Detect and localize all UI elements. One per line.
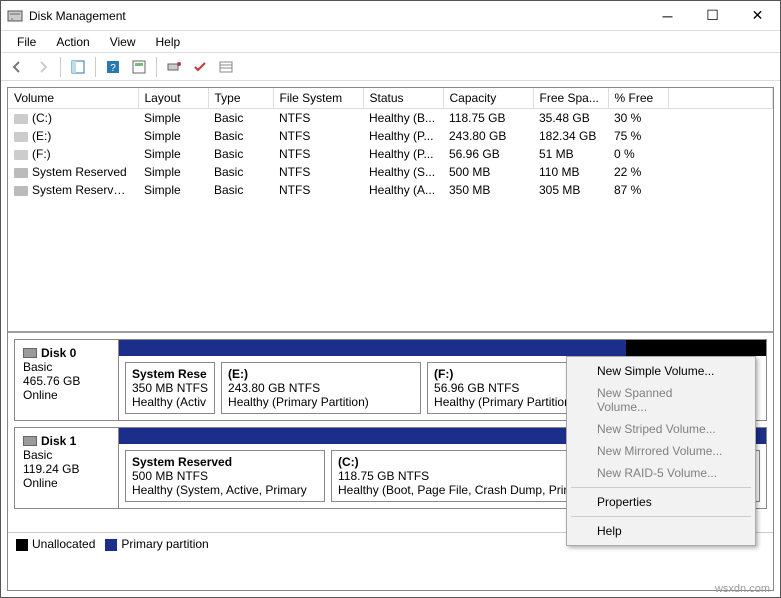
forward-button[interactable]	[31, 55, 55, 79]
disk-name: Disk 0	[41, 346, 76, 360]
disk-name: Disk 1	[41, 434, 76, 448]
titlebar: Disk Management ─ ☐ ✕	[1, 1, 780, 31]
list-icon[interactable]	[214, 55, 238, 79]
partition-name: System Rese	[132, 367, 208, 381]
help-icon[interactable]: ?	[101, 55, 125, 79]
menu-help[interactable]: Help	[569, 520, 753, 542]
col-free[interactable]: Free Spa...	[533, 88, 608, 109]
col-status[interactable]: Status	[363, 88, 443, 109]
partition-status: Healthy (Primary Partition)	[228, 395, 414, 409]
menu-file[interactable]: File	[7, 33, 46, 50]
menubar: File Action View Help	[1, 31, 780, 53]
settings-icon[interactable]	[162, 55, 186, 79]
menu-new-spanned-volume: New Spanned Volume...	[569, 382, 753, 418]
svg-text:?: ?	[110, 63, 116, 74]
volume-list[interactable]: Volume Layout Type File System Status Ca…	[8, 88, 773, 333]
disk-state: Online	[23, 476, 110, 490]
app-icon	[7, 8, 23, 24]
table-row[interactable]: (C:)SimpleBasicNTFSHealthy (B...118.75 G…	[8, 109, 773, 128]
close-button[interactable]: ✕	[735, 1, 780, 30]
volume-icon	[14, 114, 28, 124]
volume-icon	[14, 186, 28, 196]
disk-state: Online	[23, 388, 110, 402]
disk-type: Basic	[23, 448, 110, 462]
back-button[interactable]	[5, 55, 29, 79]
window-title: Disk Management	[29, 9, 645, 23]
menu-new-mirrored-volume: New Mirrored Volume...	[569, 440, 753, 462]
menu-new-raid5-volume: New RAID-5 Volume...	[569, 462, 753, 484]
table-row[interactable]: System Reserved (...SimpleBasicNTFSHealt…	[8, 181, 773, 199]
volume-icon	[14, 150, 28, 160]
partition[interactable]: (E:) 243.80 GB NTFS Healthy (Primary Par…	[221, 362, 421, 414]
col-layout[interactable]: Layout	[138, 88, 208, 109]
legend-primary: Primary partition	[121, 537, 208, 551]
partition-size: 243.80 GB NTFS	[228, 381, 414, 395]
disk-size: 119.24 GB	[23, 462, 110, 476]
col-type[interactable]: Type	[208, 88, 273, 109]
check-icon[interactable]	[188, 55, 212, 79]
menu-view[interactable]: View	[100, 33, 146, 50]
disk-management-window: Disk Management ─ ☐ ✕ File Action View H…	[0, 0, 781, 598]
volume-icon	[14, 168, 28, 178]
view-panes-icon[interactable]	[66, 55, 90, 79]
col-pct[interactable]: % Free	[608, 88, 668, 109]
legend-unallocated: Unallocated	[32, 537, 95, 551]
table-row[interactable]: System ReservedSimpleBasicNTFSHealthy (S…	[8, 163, 773, 181]
menu-action[interactable]: Action	[46, 33, 99, 50]
primary-swatch	[105, 539, 117, 551]
context-menu: New Simple Volume... New Spanned Volume.…	[566, 356, 756, 546]
col-capacity[interactable]: Capacity	[443, 88, 533, 109]
partition-name: System Reserved	[132, 455, 318, 469]
partition-size: 350 MB NTFS	[132, 381, 208, 395]
hdd-icon	[23, 348, 37, 358]
menu-new-simple-volume[interactable]: New Simple Volume...	[569, 360, 753, 382]
table-row[interactable]: (F:)SimpleBasicNTFSHealthy (P...56.96 GB…	[8, 145, 773, 163]
table-row[interactable]: (E:)SimpleBasicNTFSHealthy (P...243.80 G…	[8, 127, 773, 145]
col-fs[interactable]: File System	[273, 88, 363, 109]
partition[interactable]: System Rese 350 MB NTFS Healthy (Activ	[125, 362, 215, 414]
disk-size: 465.76 GB	[23, 374, 110, 388]
unallocated-swatch	[16, 539, 28, 551]
partition[interactable]: System Reserved 500 MB NTFS Healthy (Sys…	[125, 450, 325, 502]
menu-properties[interactable]: Properties	[569, 491, 753, 513]
partition-status: Healthy (System, Active, Primary	[132, 483, 318, 497]
maximize-button[interactable]: ☐	[690, 1, 735, 30]
minimize-button[interactable]: ─	[645, 1, 690, 30]
partition-size: 500 MB NTFS	[132, 469, 318, 483]
partition-name: (E:)	[228, 367, 414, 381]
disk-type: Basic	[23, 360, 110, 374]
menu-new-striped-volume: New Striped Volume...	[569, 418, 753, 440]
column-headers: Volume Layout Type File System Status Ca…	[8, 88, 773, 109]
hdd-icon	[23, 436, 37, 446]
watermark: wsxdn.com	[715, 583, 770, 595]
toolbar: ?	[1, 53, 780, 81]
partition-status: Healthy (Activ	[132, 395, 208, 409]
volume-icon	[14, 132, 28, 142]
refresh-icon[interactable]	[127, 55, 151, 79]
menu-help[interactable]: Help	[146, 33, 191, 50]
col-volume[interactable]: Volume	[8, 88, 138, 109]
